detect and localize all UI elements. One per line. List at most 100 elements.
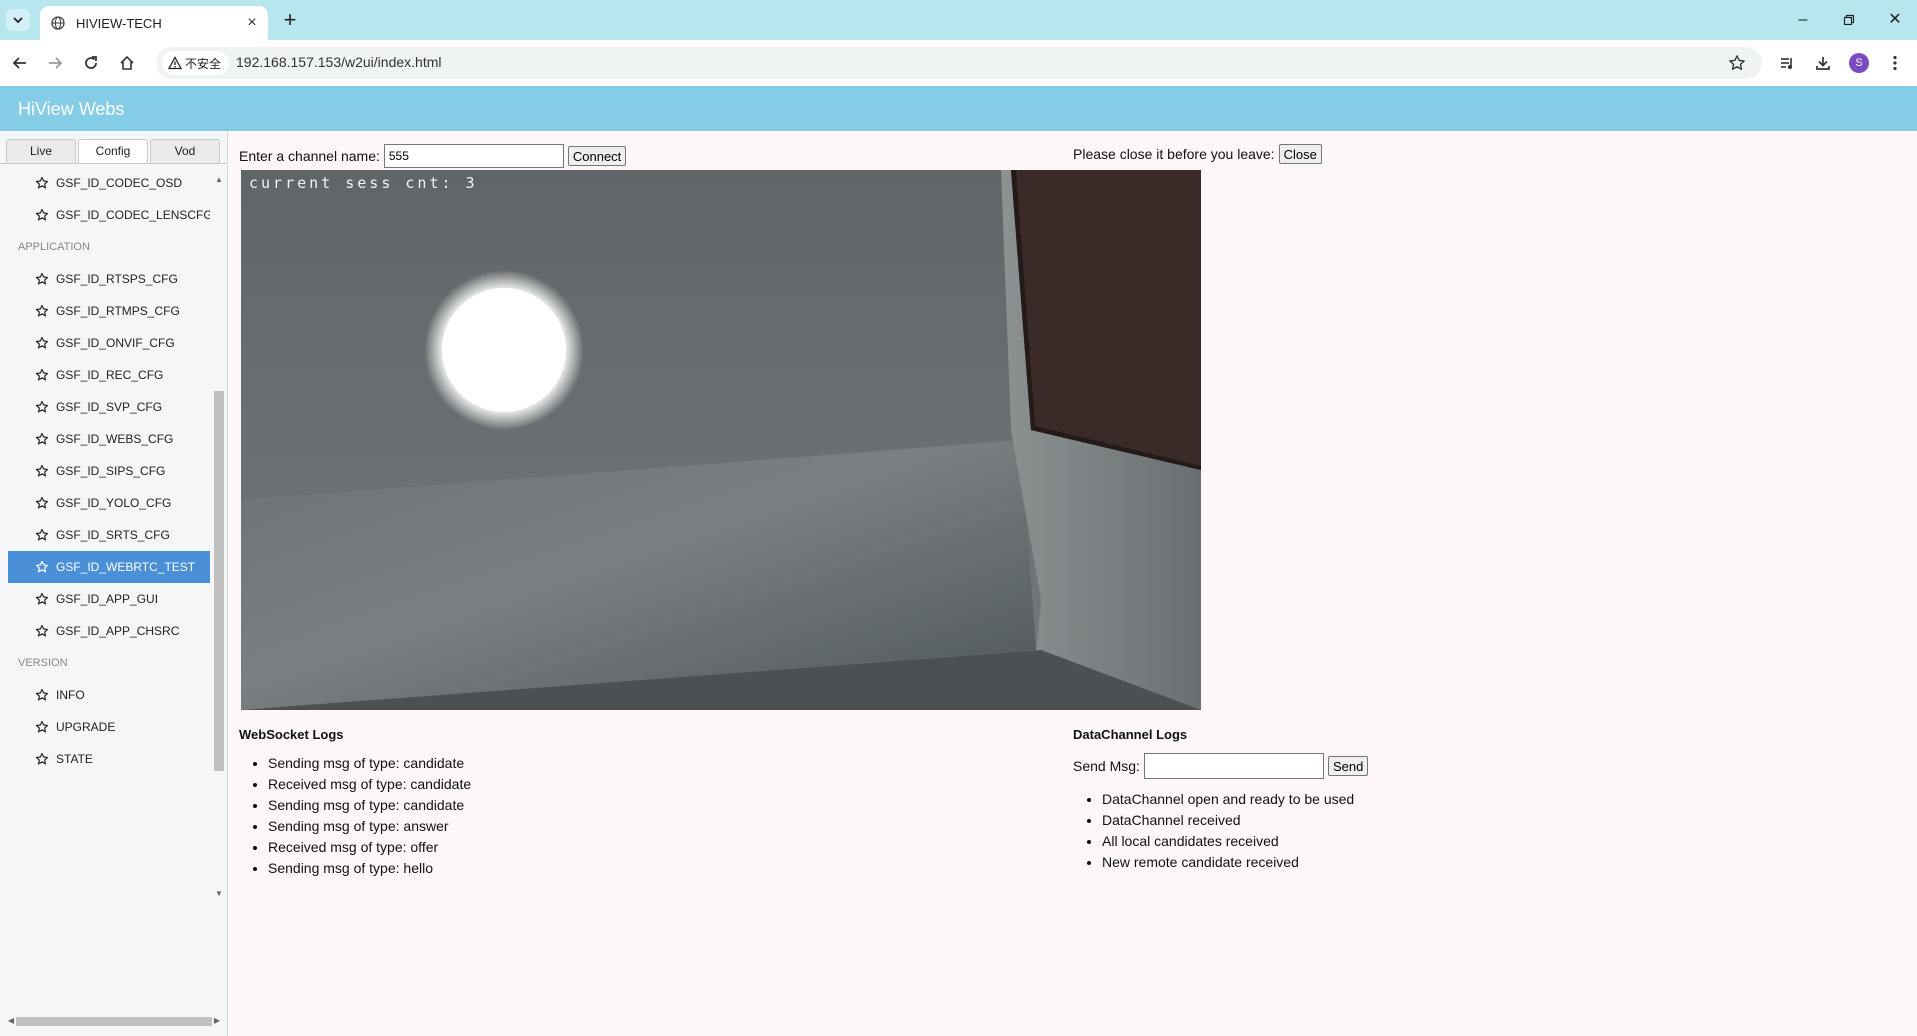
sidebar-item-gsf-id-srts-cfg[interactable]: GSF_ID_SRTS_CFG	[8, 519, 210, 551]
security-indicator[interactable]: 不安全	[162, 51, 230, 75]
star-outline-icon	[35, 560, 49, 573]
close-tab-icon[interactable]: ×	[244, 15, 260, 31]
sidebar-item-label: GSF_ID_RTMPS_CFG	[56, 304, 180, 318]
sidebar-horizontal-scrollbar[interactable]: ◀ ▶	[6, 1015, 222, 1027]
home-icon[interactable]	[115, 51, 139, 75]
session-count-overlay: current sess cnt: 3	[249, 174, 478, 192]
sidebar-item-gsf-id-rec-cfg[interactable]: GSF_ID_REC_CFG	[8, 359, 210, 391]
sidebar-item-gsf-id-rtsps-cfg[interactable]: GSF_ID_RTSPS_CFG	[8, 263, 210, 295]
sidebar-item-label: GSF_ID_SRTS_CFG	[56, 528, 170, 542]
sidebar-item-label: UPGRADE	[56, 720, 116, 734]
sidebar-item-state[interactable]: STATE	[8, 743, 210, 775]
download-icon[interactable]	[1812, 52, 1834, 74]
send-msg-label: Send Msg:	[1073, 758, 1140, 774]
restore-icon[interactable]	[1829, 8, 1869, 32]
sidebar-item-gsf-id-codec-osd[interactable]: GSF_ID_CODEC_OSD	[8, 167, 210, 199]
star-outline-icon	[35, 688, 49, 701]
tab-title: HIVIEW-TECH	[76, 15, 162, 31]
reload-icon[interactable]	[79, 51, 103, 75]
scroll-right-arrow-icon[interactable]: ▶	[212, 1016, 222, 1026]
log-entry: Sending msg of type: candidate	[268, 753, 471, 774]
star-outline-icon	[35, 432, 49, 445]
sidebar-item-gsf-id-webs-cfg[interactable]: GSF_ID_WEBS_CFG	[8, 423, 210, 455]
sidebar-item-label: GSF_ID_CODEC_LENSCFG	[56, 208, 210, 222]
config-tree: GSF_ID_CODEC_OSD GSF_ID_CODEC_LENSCFG APPL…	[8, 167, 210, 903]
sidebar-item-label: INFO	[56, 688, 85, 702]
bookmark-star-icon[interactable]	[1728, 52, 1750, 74]
send-button[interactable]: Send	[1327, 756, 1369, 776]
close-row: Please close it before you leave: Close	[1073, 144, 1322, 164]
sidebar-item-label: GSF_ID_WEBS_CFG	[56, 432, 174, 446]
sidebar-item-upgrade[interactable]: UPGRADE	[8, 711, 210, 743]
sidebar-item-gsf-id-sips-cfg[interactable]: GSF_ID_SIPS_CFG	[8, 455, 210, 487]
sidebar-item-gsf-id-yolo-cfg[interactable]: GSF_ID_YOLO_CFG	[8, 487, 210, 519]
star-outline-icon	[35, 720, 49, 733]
star-outline-icon	[35, 272, 49, 285]
sidebar-item-label: GSF_ID_APP_GUI	[56, 592, 159, 606]
tree-group-header: APPLICATION	[18, 241, 90, 253]
log-entry: Received msg of type: candidate	[268, 774, 471, 795]
menu-kebab-icon[interactable]	[1884, 52, 1906, 74]
send-msg-input[interactable]	[1143, 753, 1324, 779]
star-outline-icon	[35, 304, 49, 317]
star-outline-icon	[35, 368, 49, 381]
url-text[interactable]: 192.168.157.153/w2ui/index.html	[236, 54, 441, 70]
websocket-log-list: Sending msg of type: candidateReceived m…	[250, 753, 471, 879]
browser-toolbar: 不安全 192.168.157.153/w2ui/index.html S	[0, 40, 1917, 86]
sidebar-vertical-scrollbar[interactable]: ▲ ▼	[213, 167, 225, 903]
tab-live[interactable]: Live	[6, 139, 76, 163]
profile-avatar[interactable]: S	[1848, 52, 1870, 74]
star-outline-icon	[35, 496, 49, 509]
sidebar-item-gsf-id-rtmps-cfg[interactable]: GSF_ID_RTMPS_CFG	[8, 295, 210, 327]
sidebar-item-label: GSF_ID_ONVIF_CFG	[56, 336, 175, 350]
sidebar-item-gsf-id-app-chsrc[interactable]: GSF_ID_APP_CHSRC	[8, 615, 210, 647]
connect-button[interactable]: Connect	[567, 146, 627, 166]
star-outline-icon	[35, 752, 49, 765]
datachannel-log-list: DataChannel open and ready to be usedDat…	[1084, 789, 1354, 873]
browser-tab-strip: HIVIEW-TECH × + – ✕	[0, 0, 1917, 40]
back-icon[interactable]	[8, 51, 32, 75]
log-entry: Sending msg of type: candidate	[268, 795, 471, 816]
sidebar-item-gsf-id-onvif-cfg[interactable]: GSF_ID_ONVIF_CFG	[8, 327, 210, 359]
sidebar-item-label: GSF_ID_SVP_CFG	[56, 400, 163, 414]
tab-search-button[interactable]	[6, 9, 30, 31]
app-title: HiView Webs	[18, 99, 125, 119]
minimize-icon[interactable]: –	[1783, 8, 1823, 32]
main-content: Enter a channel name: Connect Please clo…	[228, 131, 1917, 1036]
sidebar-item-gsf-id-svp-cfg[interactable]: GSF_ID_SVP_CFG	[8, 391, 210, 423]
sidebar-item-gsf-id-app-gui[interactable]: GSF_ID_APP_GUI	[8, 583, 210, 615]
media-control-icon[interactable]	[1776, 52, 1798, 74]
sidebar-item-label: GSF_ID_RTSPS_CFG	[56, 272, 178, 286]
datachannel-logs-title: DataChannel Logs	[1073, 727, 1188, 742]
video-stream[interactable]: current sess cnt: 3	[241, 170, 1201, 710]
close-window-icon[interactable]: ✕	[1875, 8, 1915, 32]
scroll-left-arrow-icon[interactable]: ◀	[6, 1016, 16, 1026]
sidebar-item-label: GSF_ID_SIPS_CFG	[56, 464, 166, 478]
tab-vod[interactable]: Vod	[150, 139, 220, 163]
sidebar-item-gsf-id-codec-lenscfg[interactable]: GSF_ID_CODEC_LENSCFG	[8, 199, 210, 231]
log-entry: Sending msg of type: answer	[268, 816, 471, 837]
channel-name-input[interactable]	[383, 144, 564, 168]
camera-frame	[241, 170, 1201, 710]
sidebar-item-info[interactable]: INFO	[8, 679, 210, 711]
browser-tab[interactable]: HIVIEW-TECH ×	[40, 6, 268, 40]
sidebar-item-label: GSF_ID_CODEC_OSD	[56, 176, 183, 190]
scroll-down-arrow-icon[interactable]: ▼	[214, 889, 224, 899]
channel-row: Enter a channel name: Connect	[239, 144, 627, 168]
address-bar[interactable]: 不安全 192.168.157.153/w2ui/index.html	[156, 47, 1762, 79]
tree-group-header: VERSION	[18, 657, 68, 669]
sidebar-item-gsf-id-webrtc-test[interactable]: GSF_ID_WEBRTC_TEST	[8, 551, 210, 583]
send-row: Send Msg: Send	[1073, 753, 1369, 779]
close-button[interactable]: Close	[1278, 144, 1322, 164]
security-label: 不安全	[185, 56, 222, 71]
scrollbar-thumb[interactable]	[16, 1017, 212, 1026]
log-entry: DataChannel received	[1102, 810, 1354, 831]
log-entry: All local candidates received	[1102, 831, 1354, 852]
star-outline-icon	[35, 528, 49, 541]
sidebar-item-label: GSF_ID_YOLO_CFG	[56, 496, 172, 510]
new-tab-icon[interactable]: +	[278, 9, 302, 33]
scrollbar-thumb[interactable]	[214, 391, 224, 771]
scroll-up-arrow-icon[interactable]: ▲	[214, 175, 224, 185]
tab-config[interactable]: Config	[78, 139, 148, 164]
forward-icon[interactable]	[43, 51, 67, 75]
